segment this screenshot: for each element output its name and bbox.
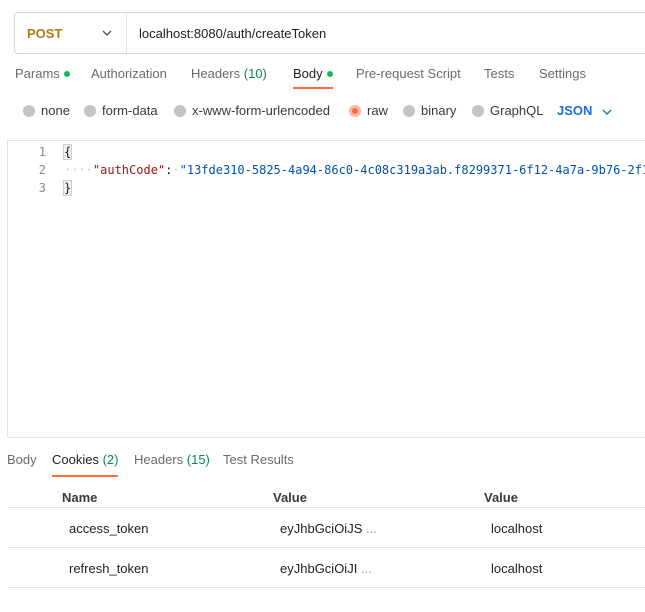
tab-cookies-count: (2) — [102, 452, 119, 467]
tab-settings[interactable]: Settings — [539, 66, 586, 81]
tab-pre-request-script-label: Pre-request Script — [356, 66, 461, 81]
radio-none[interactable] — [23, 104, 35, 117]
open-brace: { — [62, 144, 73, 160]
radio-binary[interactable] — [403, 104, 415, 117]
indent-whitespace: ···· — [64, 163, 93, 177]
tab-response-body[interactable]: Body — [7, 452, 37, 467]
chevron-down-icon — [602, 103, 612, 118]
radio-urlencoded[interactable] — [174, 104, 186, 117]
radio-graphql[interactable] — [472, 104, 484, 117]
editor-line: 1 { — [8, 143, 645, 161]
body-type-none-label: none — [41, 103, 70, 118]
tab-authorization[interactable]: Authorization — [91, 66, 167, 81]
table-row: refresh_token eyJhbGciOiJI ... localhost — [7, 549, 645, 588]
table-row: access_token eyJhbGciOiJS ... localhost — [7, 509, 645, 548]
body-type-selector: none form-data x-www-form-urlencoded raw… — [0, 103, 645, 123]
cookies-table: Name Value Value access_token eyJhbGciOi… — [7, 486, 645, 588]
tab-headers[interactable]: Headers (10) — [191, 66, 267, 81]
request-body-editor[interactable]: 1 { 2 ····"authCode":·"13fde310-5825-4a9… — [7, 140, 645, 438]
code-line: { — [62, 143, 73, 161]
tab-body[interactable]: Body — [293, 66, 333, 89]
code-line: ····"authCode":·"13fde310-5825-4a94-86c0… — [64, 161, 645, 179]
body-status-dot — [326, 70, 333, 77]
body-type-graphql[interactable]: GraphQL — [472, 103, 543, 118]
tab-response-body-label: Body — [7, 452, 37, 467]
tab-cookies-label: Cookies — [52, 452, 99, 467]
tab-response-headers[interactable]: Headers (15) — [134, 452, 210, 467]
column-header-value-2: Value — [484, 490, 518, 505]
body-type-urlencoded-label: x-www-form-urlencoded — [192, 103, 330, 118]
response-tabs: Body Cookies (2) Headers (15) Test Resul… — [0, 452, 645, 477]
format-dropdown[interactable]: JSON — [557, 103, 612, 118]
radio-form-data[interactable] — [84, 104, 96, 117]
tab-tests-label: Tests — [484, 66, 515, 81]
close-brace: } — [62, 180, 73, 196]
format-label: JSON — [557, 103, 593, 118]
tab-cookies[interactable]: Cookies (2) — [52, 452, 119, 477]
tab-settings-label: Settings — [539, 66, 586, 81]
active-tab-indicator — [293, 87, 333, 89]
cookie-name: refresh_token — [69, 561, 149, 576]
cookie-name: access_token — [69, 521, 149, 536]
body-type-graphql-label: GraphQL — [490, 103, 544, 118]
editor-line: 2 ····"authCode":·"13fde310-5825-4a94-86… — [8, 161, 645, 179]
tab-authorization-label: Authorization — [91, 66, 167, 81]
column-header-value: Value — [273, 490, 307, 505]
editor-line: 3 } — [8, 179, 645, 197]
body-type-binary-label: binary — [421, 103, 457, 118]
body-type-form-data-label: form-data — [102, 103, 158, 118]
column-header-name: Name — [62, 490, 98, 505]
tab-params[interactable]: Params — [15, 66, 70, 81]
body-type-urlencoded[interactable]: x-www-form-urlencoded — [174, 103, 330, 118]
radio-raw-selected[interactable] — [349, 104, 361, 117]
request-url-bar: POST localhost:8080/auth/createToken — [14, 12, 645, 54]
code-line: } — [62, 179, 73, 197]
body-type-raw[interactable]: raw — [349, 103, 388, 118]
tab-pre-request-script[interactable]: Pre-request Script — [356, 66, 461, 81]
tab-response-headers-count: (15) — [186, 452, 210, 467]
chevron-down-icon — [102, 30, 112, 36]
body-type-raw-label: raw — [367, 103, 388, 118]
tab-headers-count: (10) — [243, 66, 267, 81]
tab-tests[interactable]: Tests — [484, 66, 514, 81]
cookie-value: eyJhbGciOiJS ... — [280, 521, 377, 536]
body-type-binary[interactable]: binary — [403, 103, 456, 118]
active-tab-indicator — [52, 475, 119, 477]
table-header: Name Value Value — [7, 486, 645, 508]
json-value: "13fde310-5825-4a94-86c0-4c08c319a3ab.f8… — [179, 163, 645, 177]
body-type-none[interactable]: none — [23, 103, 70, 118]
tab-params-label: Params — [15, 66, 60, 81]
tab-headers-label: Headers — [191, 66, 241, 81]
cookie-domain: localhost — [491, 521, 543, 536]
method-label: POST — [27, 25, 63, 41]
request-tabs: Params Authorization Headers (10) Body P… — [0, 66, 645, 89]
params-status-dot — [63, 70, 70, 77]
method-dropdown[interactable]: POST — [15, 13, 127, 53]
tab-test-results-label: Test Results — [223, 452, 294, 467]
body-type-form-data[interactable]: form-data — [84, 103, 158, 118]
cookie-domain: localhost — [491, 561, 543, 576]
tab-test-results[interactable]: Test Results — [223, 452, 294, 467]
tab-body-label: Body — [293, 66, 323, 81]
line-number: 3 — [38, 181, 46, 195]
line-number: 2 — [38, 163, 46, 177]
url-input[interactable]: localhost:8080/auth/createToken — [127, 26, 326, 41]
line-number: 1 — [38, 145, 46, 159]
json-key: "authCode" — [92, 163, 166, 177]
tab-response-headers-label: Headers — [134, 452, 184, 467]
cookie-value: eyJhbGciOiJI ... — [280, 561, 372, 576]
